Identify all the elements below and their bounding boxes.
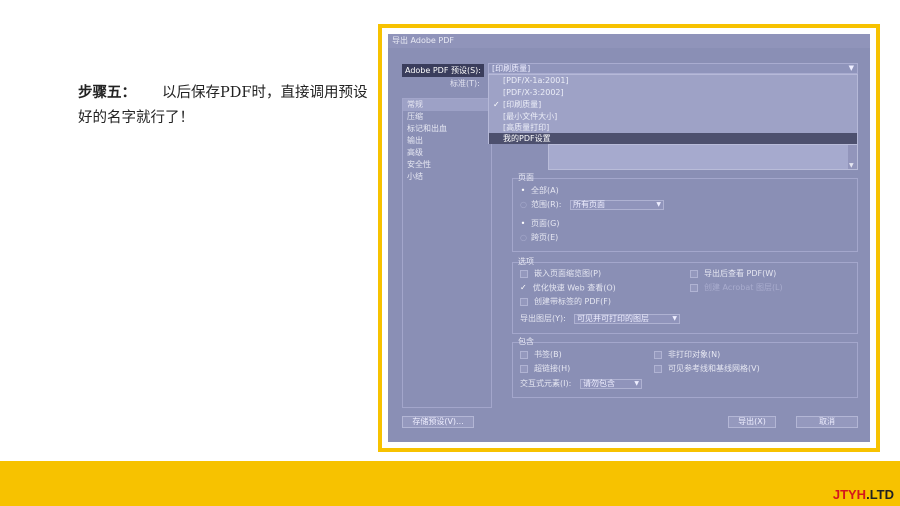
sidebar-item-output[interactable]: 输出 [407, 135, 423, 147]
preset-value: [印刷质量] [492, 64, 531, 73]
sidebar-item-advanced[interactable]: 高级 [407, 147, 423, 159]
chevron-down-icon: ▼ [656, 201, 661, 208]
chevron-down-icon: ▼ [672, 315, 677, 322]
export-button[interactable]: 导出(X) [728, 416, 776, 428]
standard-label: 标准(T): [450, 79, 480, 88]
radio-pages[interactable]: • 页面(G) [520, 218, 560, 230]
dropdown-item[interactable]: [PDF/X-3:2002] [503, 87, 564, 99]
export-pdf-dialog: 导出 Adobe PDF Adobe PDF 预设(S): [印刷质量] ▼ 标… [388, 34, 870, 442]
checkbox-icon [654, 350, 662, 359]
interactive-label: 交互式元素(I): [520, 379, 572, 388]
preset-label: Adobe PDF 预设(S): [402, 64, 484, 77]
dropdown-item[interactable]: [PDF/X-1a:2001] [503, 75, 569, 87]
checkbox-icon [520, 269, 528, 278]
radio-on-icon: • [520, 219, 526, 228]
options-group-title: 选项 [518, 257, 534, 266]
checkbox-icon [520, 297, 528, 306]
pages-group-title: 页面 [518, 173, 534, 182]
sidebar-item-general[interactable]: 常规 [407, 99, 423, 111]
acrobat-layers-checkbox[interactable]: 创建 Acrobat 图层(L) [690, 282, 783, 294]
export-layers-label: 导出图层(Y): [520, 314, 566, 323]
radio-range[interactable]: ○ 范围(R): [520, 199, 562, 211]
export-layers-value: 可见并可打印的图层 [577, 314, 649, 323]
include-group-title: 包含 [518, 337, 534, 346]
checkbox-icon [654, 364, 662, 373]
tagged-pdf-checkbox[interactable]: 创建带标签的 PDF(F) [520, 296, 611, 308]
sidebar-item-summary[interactable]: 小结 [407, 171, 423, 183]
dropdown-item-highlighted[interactable]: 我的PDF设置 [489, 133, 857, 144]
chevron-down-icon: ▼ [849, 162, 854, 169]
step-label: 步骤五： [78, 84, 136, 101]
description-area[interactable]: ▼ [548, 144, 858, 170]
radio-all-pages[interactable]: • 全部(A) [520, 185, 559, 197]
pages-group [512, 178, 858, 252]
preset-select[interactable]: [印刷质量] ▼ [488, 63, 858, 74]
check-icon: ✓ [520, 283, 527, 292]
screenshot-frame: 导出 Adobe PDF Adobe PDF 预设(S): [印刷质量] ▼ 标… [378, 24, 880, 452]
view-after-export-checkbox[interactable]: 导出后查看 PDF(W) [690, 268, 776, 280]
dialog-title: 导出 Adobe PDF [388, 34, 870, 48]
check-icon: ✓ [493, 100, 500, 109]
footer-bar: JTYH.LTD [0, 461, 900, 506]
range-select[interactable]: 所有页面 ▼ [570, 200, 664, 210]
nonprinting-checkbox[interactable]: 非打印对象(N) [654, 349, 720, 361]
optimize-web-checkbox[interactable]: ✓ 优化快速 Web 查看(O) [520, 282, 616, 294]
sidebar-item-marks-bleeds[interactable]: 标记和出血 [407, 123, 447, 135]
instruction-text: 步骤五： 以后保存PDF时，直接调用预设好的名字就行了！ [78, 80, 368, 131]
interactive-select[interactable]: 请勿包含 ▼ [580, 379, 642, 389]
checkbox-icon [520, 350, 528, 359]
range-value: 所有页面 [573, 200, 605, 209]
radio-spreads[interactable]: ○ 跨页(E) [520, 232, 558, 244]
checkbox-icon [690, 269, 698, 278]
embed-thumbnails-checkbox[interactable]: 嵌入页面缩览图(P) [520, 268, 601, 280]
company-logo: JTYH.LTD [832, 487, 894, 502]
bookmarks-checkbox[interactable]: 书签(B) [520, 349, 562, 361]
sidebar-item-compression[interactable]: 压缩 [407, 111, 423, 123]
settings-sidebar: 常规 压缩 标记和出血 输出 高级 安全性 小结 [402, 98, 492, 408]
radio-off-icon: ○ [520, 200, 527, 209]
checkbox-icon [690, 283, 698, 292]
preset-dropdown-list: [PDF/X-1a:2001] [PDF/X-3:2002] ✓ [印刷质量] … [488, 74, 858, 144]
interactive-value: 请勿包含 [583, 379, 615, 388]
chevron-down-icon: ▼ [848, 64, 854, 72]
dropdown-item[interactable]: [印刷质量] [503, 99, 541, 111]
hyperlinks-checkbox[interactable]: 超链接(H) [520, 363, 570, 375]
export-layers-select[interactable]: 可见并可打印的图层 ▼ [574, 314, 680, 324]
checkbox-icon [520, 364, 528, 373]
save-preset-button[interactable]: 存储预设(V)... [402, 416, 474, 428]
scrollbar[interactable]: ▼ [848, 145, 857, 169]
sidebar-item-security[interactable]: 安全性 [407, 159, 431, 171]
cancel-button[interactable]: 取消 [796, 416, 858, 428]
guides-checkbox[interactable]: 可见参考线和基线网格(V) [654, 363, 760, 375]
radio-off-icon: ○ [520, 233, 527, 242]
chevron-down-icon: ▼ [634, 380, 639, 387]
radio-on-icon: • [520, 186, 526, 195]
